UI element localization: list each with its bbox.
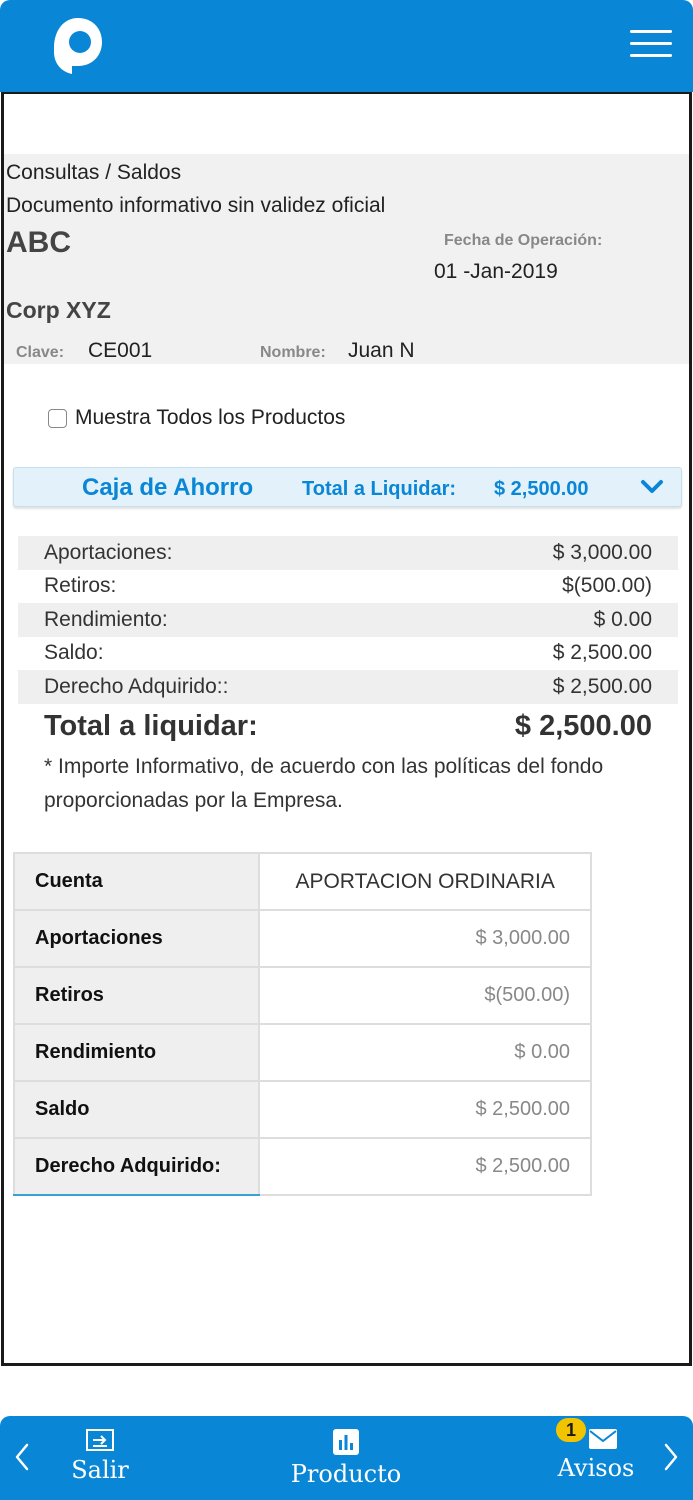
clave-value: CE001 (88, 339, 153, 362)
table-header-label: Cuenta (12, 852, 261, 911)
account-info-panel: Consultas / Saldos Documento informativo… (4, 154, 689, 364)
nombre-value: Juan N (348, 339, 415, 362)
table-row-value: $ 2,500.00 (258, 1137, 592, 1196)
nav-producto-label: Producto (290, 1460, 402, 1488)
summary-value: $ 2,500.00 (552, 641, 652, 665)
hamburger-menu-icon[interactable] (630, 30, 672, 58)
summary-label: Retiros: (44, 574, 117, 598)
summary-label: Derecho Adquirido:: (44, 674, 229, 698)
show-all-checkbox[interactable] (48, 408, 67, 428)
bar-chart-icon (333, 1429, 359, 1455)
total-value: $ 2,500.00 (514, 710, 652, 742)
summary-label: Aportaciones: (44, 540, 173, 564)
nombre-label: Nombre: (260, 344, 326, 361)
notification-badge: 1 (556, 1418, 586, 1442)
show-all-label: Muestra Todos los Productos (75, 406, 346, 429)
clave-label: Clave: (16, 344, 65, 361)
account-detail-table: Cuenta APORTACION ORDINARIA Aportaciones… (12, 852, 592, 1196)
table-row: Rendimiento $ 0.00 (12, 1023, 592, 1082)
table-row-value: $(500.00) (258, 966, 592, 1025)
table-row-label: Derecho Adquirido: (12, 1137, 261, 1196)
table-row-value: $ 0.00 (258, 1023, 592, 1082)
nav-avisos-label: Avisos (557, 1454, 635, 1482)
total-label: Total a liquidar: (44, 710, 258, 742)
company-name: Corp XYZ (6, 297, 111, 323)
table-row: Retiros $(500.00) (12, 966, 592, 1025)
fecha-label: Fecha de Operación: (444, 232, 603, 249)
mail-icon (589, 1429, 617, 1449)
summary-row: Saldo: $ 2,500.00 (18, 637, 678, 671)
informative-note: * Importe Informativo, de acuerdo con la… (44, 755, 604, 812)
table-row: Derecho Adquirido: $ 2,500.00 (12, 1137, 592, 1196)
content-frame: Consultas / Saldos Documento informativo… (1, 92, 692, 1366)
disclaimer-text: Documento informativo sin validez oficia… (6, 194, 386, 217)
table-row: Saldo $ 2,500.00 (12, 1080, 592, 1139)
summary-value: $(500.00) (562, 574, 652, 598)
breadcrumb: Consultas / Saldos (6, 161, 182, 184)
exit-icon (86, 1429, 114, 1451)
summary-label: Saldo: (44, 641, 104, 665)
summary-value: $ 0.00 (593, 607, 652, 631)
table-row-label: Rendimiento (12, 1023, 261, 1082)
table-row-label: Aportaciones (12, 909, 261, 968)
summary-row: Derecho Adquirido:: $ 2,500.00 (18, 670, 678, 704)
table-header-row: Cuenta APORTACION ORDINARIA (12, 852, 592, 911)
summary-list: Aportaciones: $ 3,000.00 Retiros: $(500.… (18, 536, 678, 704)
summary-value: $ 3,000.00 (552, 540, 652, 564)
app-logo-icon[interactable] (44, 12, 104, 76)
table-row: Aportaciones $ 3,000.00 (12, 909, 592, 968)
summary-row: Rendimiento: $ 0.00 (18, 603, 678, 637)
fecha-value: 01 -Jan-2019 (434, 260, 558, 283)
product-title: Caja de Ahorro (82, 474, 254, 501)
show-all-products-toggle[interactable]: Muestra Todos los Productos (48, 404, 345, 432)
chevron-left-icon[interactable] (14, 1442, 30, 1472)
chevron-right-icon[interactable] (663, 1442, 679, 1472)
table-row-value: $ 3,000.00 (258, 909, 592, 968)
table-row-label: Saldo (12, 1080, 261, 1139)
summary-row: Aportaciones: $ 3,000.00 (18, 536, 678, 570)
nav-salir[interactable]: Salir (68, 1428, 132, 1484)
table-row-value: $ 2,500.00 (258, 1080, 592, 1139)
nav-salir-label: Salir (71, 1456, 129, 1484)
product-total-label: Total a Liquidar: (302, 478, 457, 500)
chevron-down-icon[interactable] (640, 478, 664, 496)
table-header-value: APORTACION ORDINARIA (258, 852, 592, 911)
summary-value: $ 2,500.00 (552, 674, 652, 698)
table-row-label: Retiros (12, 966, 261, 1025)
nav-producto[interactable]: Producto (288, 1428, 404, 1488)
summary-row: Retiros: $(500.00) (18, 570, 678, 604)
total-liquidar-row: Total a liquidar: $ 2,500.00 (44, 710, 652, 743)
top-app-bar (0, 0, 693, 92)
product-total-amount: $ 2,500.00 (494, 478, 589, 500)
bottom-nav-bar: Salir Producto Avisos (0, 1416, 693, 1500)
summary-label: Rendimiento: (44, 607, 168, 631)
company-code: ABC (6, 226, 71, 259)
product-accordion-header[interactable]: Caja de Ahorro Total a Liquidar: $ 2,500… (13, 467, 682, 507)
